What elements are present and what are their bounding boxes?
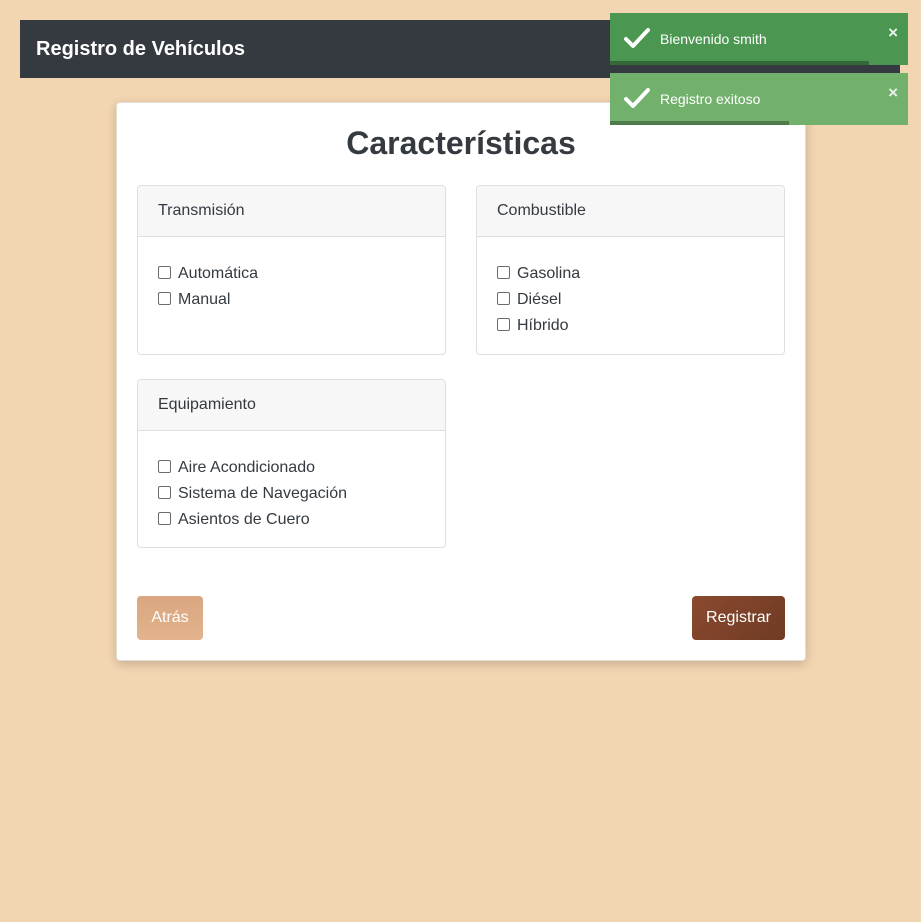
option-diesel[interactable]: Diésel bbox=[497, 287, 764, 313]
equipment-panel: Equipamiento Aire Acondicionado Sistema … bbox=[137, 379, 446, 548]
toast-message: Registro exitoso bbox=[660, 91, 761, 107]
option-navigation-system[interactable]: Sistema de Navegación bbox=[158, 481, 425, 507]
diesel-checkbox[interactable] bbox=[497, 292, 510, 305]
hybrid-checkbox[interactable] bbox=[497, 318, 510, 331]
back-button[interactable]: Atrás bbox=[137, 596, 203, 640]
option-manual[interactable]: Manual bbox=[158, 287, 425, 313]
option-label: Gasolina bbox=[517, 265, 581, 282]
panel-header: Combustible bbox=[477, 186, 784, 237]
gasoline-checkbox[interactable] bbox=[497, 266, 510, 279]
option-air-conditioning[interactable]: Aire Acondicionado bbox=[158, 455, 425, 481]
navbar-brand[interactable]: Registro de Vehículos bbox=[36, 38, 245, 61]
check-icon bbox=[624, 28, 650, 48]
leather-seats-checkbox[interactable] bbox=[158, 512, 171, 525]
toast-notification: Bienvenido smith × bbox=[610, 13, 908, 65]
option-automatic[interactable]: Automática bbox=[158, 261, 425, 287]
option-label: Automática bbox=[178, 265, 259, 282]
option-label: Sistema de Navegación bbox=[178, 485, 347, 502]
toast-progress-bar bbox=[610, 121, 789, 125]
check-icon bbox=[624, 88, 650, 108]
option-label: Aire Acondicionado bbox=[178, 459, 315, 476]
close-icon[interactable]: × bbox=[888, 23, 898, 43]
toast-notification: Registro exitoso × bbox=[610, 73, 908, 125]
fuel-panel: Combustible Gasolina Diésel Híbrido bbox=[476, 185, 785, 355]
option-label: Híbrido bbox=[517, 317, 569, 334]
register-button[interactable]: Registrar bbox=[692, 596, 785, 640]
panel-header: Transmisión bbox=[138, 186, 445, 237]
automatic-checkbox[interactable] bbox=[158, 266, 171, 279]
air-conditioning-checkbox[interactable] bbox=[158, 460, 171, 473]
option-hybrid[interactable]: Híbrido bbox=[497, 313, 764, 339]
manual-checkbox[interactable] bbox=[158, 292, 171, 305]
transmission-panel: Transmisión Automática Manual bbox=[137, 185, 446, 355]
toast-progress-bar bbox=[610, 61, 870, 65]
panel-header: Equipamiento bbox=[138, 380, 445, 431]
option-label: Diésel bbox=[517, 291, 562, 308]
option-label: Asientos de Cuero bbox=[178, 511, 310, 528]
toast-message: Bienvenido smith bbox=[660, 31, 767, 47]
page-title: Características bbox=[346, 125, 576, 161]
navigation-system-checkbox[interactable] bbox=[158, 486, 171, 499]
close-icon[interactable]: × bbox=[888, 83, 898, 103]
option-label: Manual bbox=[178, 291, 231, 308]
features-card: Características Transmisión Automática M… bbox=[116, 102, 806, 661]
option-gasoline[interactable]: Gasolina bbox=[497, 261, 764, 287]
option-leather-seats[interactable]: Asientos de Cuero bbox=[158, 507, 425, 533]
